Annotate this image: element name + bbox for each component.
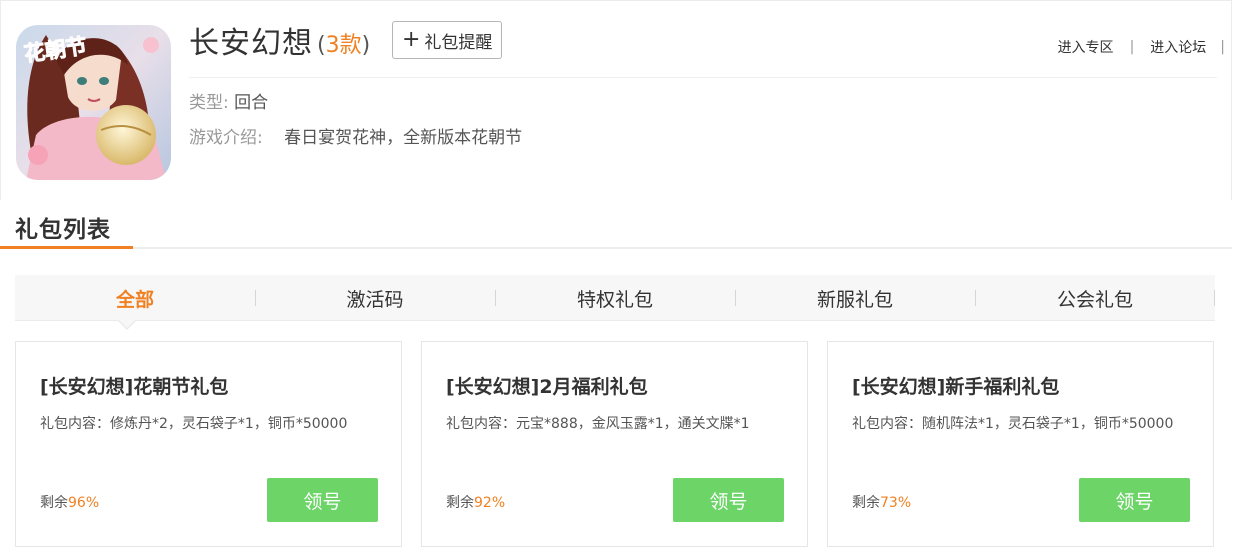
section-divider — [0, 247, 1232, 249]
link-separator: | — [1129, 39, 1135, 55]
gift-count-open: ( — [317, 33, 326, 58]
active-tab-caret — [117, 319, 137, 330]
gift-remaining-label: 剩余 — [40, 495, 68, 511]
gift-title[interactable]: [长安幻想]新手福利礼包 — [852, 372, 1059, 399]
game-type-label: 类型: — [189, 93, 229, 113]
gift-count: (3款) — [317, 27, 370, 59]
gift-title[interactable]: [长安幻想]2月福利礼包 — [446, 372, 648, 399]
game-header: 花朝节 长安幻想 (3款) + 礼包提醒 进入专区 | 进入论坛 | 类型: 回… — [0, 0, 1232, 200]
gift-remaining-label: 剩余 — [852, 495, 880, 511]
claim-button[interactable]: 领号 — [1079, 478, 1190, 522]
gift-remaining-percent: 73% — [880, 495, 912, 511]
game-type-value: 回合 — [234, 93, 269, 113]
gift-remaining: 剩余96% — [40, 492, 99, 512]
tab-end-separator — [1214, 290, 1215, 306]
gift-reminder-button[interactable]: + 礼包提醒 — [392, 21, 503, 59]
gift-title[interactable]: [长安幻想]花朝节礼包 — [40, 372, 228, 399]
tab-new-server-gift[interactable]: 新服礼包 — [735, 275, 975, 321]
header-divider — [189, 77, 1217, 78]
gift-tabs: 全部 激活码 特权礼包 新服礼包 公会礼包 — [15, 275, 1215, 321]
gift-content: 礼包内容：修炼丹*2，灵石袋子*1，铜币*50000 — [40, 416, 348, 432]
gift-card: [长安幻想]新手福利礼包 礼包内容：随机阵法*1，灵石袋子*1，铜币*50000… — [827, 341, 1214, 547]
tab-all[interactable]: 全部 — [15, 275, 255, 321]
claim-button[interactable]: 领号 — [267, 478, 378, 522]
gift-remaining-label: 剩余 — [446, 495, 474, 511]
gift-remaining: 剩余92% — [446, 492, 505, 512]
section-title-underline — [0, 246, 133, 249]
gift-remaining-percent: 92% — [474, 495, 506, 511]
game-intro-label: 游戏介绍: — [189, 128, 263, 148]
title-row: 长安幻想 (3款) + 礼包提醒 — [189, 20, 503, 61]
gift-card: [长安幻想]2月福利礼包 礼包内容：元宝*888，金风玉露*1，通关文牒*1 剩… — [421, 341, 808, 547]
link-separator-end: | — [1220, 39, 1225, 55]
top-links: 进入专区 | 进入论坛 | — [1058, 37, 1225, 57]
gift-reminder-label: 礼包提醒 — [424, 32, 493, 53]
tab-activation-code[interactable]: 激活码 — [255, 275, 495, 321]
link-enter-forum[interactable]: 进入论坛 — [1150, 37, 1206, 57]
gift-card: [长安幻想]花朝节礼包 礼包内容：修炼丹*2，灵石袋子*1，铜币*50000 剩… — [15, 341, 402, 547]
gift-count-value: 3款 — [325, 33, 362, 58]
gift-content: 礼包内容：随机阵法*1，灵石袋子*1，铜币*50000 — [852, 416, 1174, 432]
game-intro-value: 春日宴贺花神，全新版本花朝节 — [284, 128, 523, 148]
gift-count-close: ) — [361, 33, 371, 58]
gift-remaining: 剩余73% — [852, 492, 911, 512]
link-enter-zone[interactable]: 进入专区 — [1058, 37, 1114, 57]
tab-guild-gift[interactable]: 公会礼包 — [975, 275, 1215, 321]
gift-content: 礼包内容：元宝*888，金风玉露*1，通关文牒*1 — [446, 416, 750, 432]
game-type: 类型: 回合 — [189, 88, 268, 113]
plus-icon: + — [401, 27, 421, 52]
game-intro: 游戏介绍: 春日宴贺花神，全新版本花朝节 — [189, 123, 522, 148]
game-icon-art: 花朝节 — [16, 25, 171, 180]
claim-button[interactable]: 领号 — [673, 478, 784, 522]
game-title: 长安幻想 — [189, 26, 313, 61]
tab-privilege-gift[interactable]: 特权礼包 — [495, 275, 735, 321]
gift-remaining-percent: 96% — [68, 495, 100, 511]
section-title: 礼包列表 — [15, 217, 111, 243]
game-icon[interactable]: 花朝节 — [16, 25, 171, 180]
